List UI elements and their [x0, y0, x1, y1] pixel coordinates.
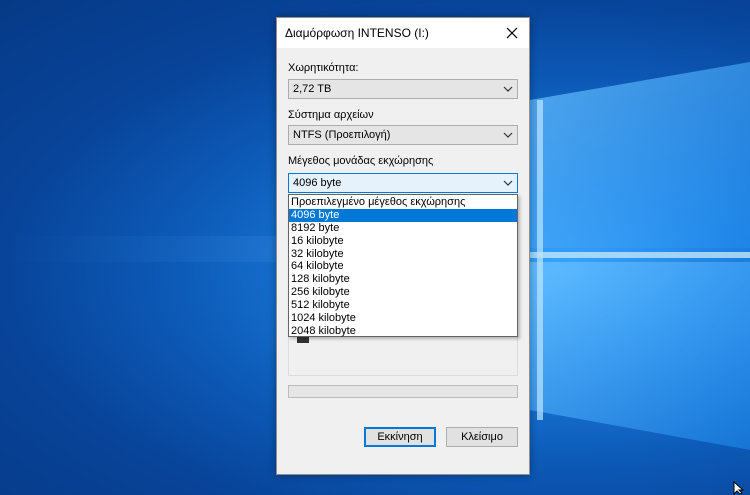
format-dialog: Διαμόρφωση INTENSO (I:) Χωρητικότητα: 2,…	[276, 17, 530, 475]
format-options-group	[288, 336, 518, 376]
allocation-dropdown-list[interactable]: Προεπιλεγμένο μέγεθος εκχώρησης 4096 byt…	[288, 194, 518, 337]
dropdown-option[interactable]: 2048 kilobyte	[289, 325, 517, 338]
dropdown-option[interactable]: 32 kilobyte	[289, 248, 517, 261]
close-icon	[506, 27, 518, 39]
dropdown-option[interactable]: 16 kilobyte	[289, 235, 517, 248]
format-progress-bar	[288, 385, 518, 398]
chevron-down-icon	[503, 180, 513, 186]
dropdown-option[interactable]: 8192 byte	[289, 222, 517, 235]
dialog-title: Διαμόρφωση INTENSO (I:)	[285, 26, 429, 40]
allocation-select[interactable]: 4096 byte	[288, 173, 518, 193]
chevron-down-icon	[503, 86, 513, 92]
close-window-button[interactable]	[495, 18, 529, 48]
chevron-down-icon	[503, 132, 513, 138]
dropdown-option[interactable]: 128 kilobyte	[289, 273, 517, 286]
capacity-select[interactable]: 2,72 TB	[288, 79, 518, 99]
desktop: Διαμόρφωση INTENSO (I:) Χωρητικότητα: 2,…	[0, 0, 750, 495]
dropdown-option[interactable]: 512 kilobyte	[289, 299, 517, 312]
mouse-cursor-icon	[733, 481, 745, 495]
title-bar[interactable]: Διαμόρφωση INTENSO (I:)	[277, 18, 529, 48]
allocation-label: Μέγεθος μονάδας εκχώρησης	[288, 155, 434, 167]
quick-format-checkbox[interactable]	[297, 337, 309, 343]
capacity-value: 2,72 TB	[293, 83, 332, 95]
close-button[interactable]: Κλείσιμο	[446, 427, 518, 447]
capacity-label: Χωρητικότητα:	[288, 62, 359, 74]
filesystem-value: NTFS (Προεπιλογή)	[293, 129, 391, 141]
allocation-value: 4096 byte	[293, 177, 342, 189]
dropdown-option[interactable]: 4096 byte	[289, 208, 517, 222]
dropdown-option[interactable]: 256 kilobyte	[289, 286, 517, 299]
dropdown-option[interactable]: Προεπιλεγμένο μέγεθος εκχώρησης	[289, 196, 517, 209]
start-button[interactable]: Εκκίνηση	[364, 427, 436, 447]
dropdown-option[interactable]: 64 kilobyte	[289, 260, 517, 273]
filesystem-label: Σύστημα αρχείων	[288, 109, 374, 121]
filesystem-select[interactable]: NTFS (Προεπιλογή)	[288, 125, 518, 145]
dropdown-option[interactable]: 1024 kilobyte	[289, 312, 517, 325]
